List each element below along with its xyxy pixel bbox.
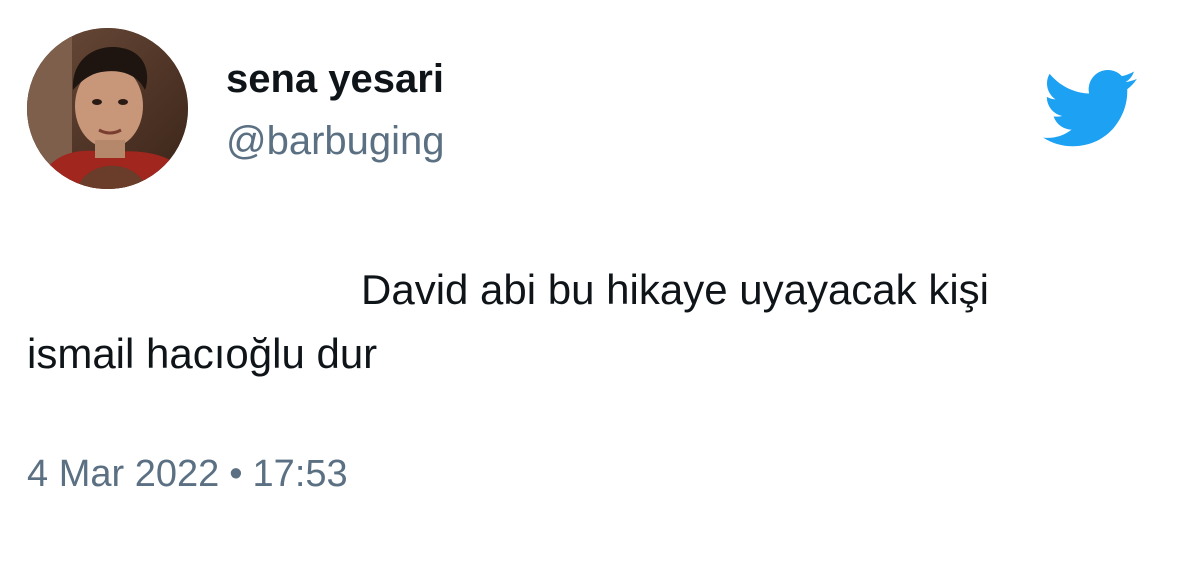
avatar[interactable]	[27, 28, 188, 189]
user-handle[interactable]: @barbuging	[226, 117, 445, 165]
tweet-timestamp[interactable]: 4 Mar 2022 • 17:53	[27, 450, 348, 498]
twitter-bird-svg	[1043, 69, 1137, 147]
tweet-card: sena yesari @barbuging David abi bu hika…	[0, 0, 1200, 563]
twitter-bird-icon[interactable]	[1043, 69, 1137, 148]
tweet-text-line-1: David abi bu hikaye uyayacak kişi	[361, 266, 989, 313]
tweet-date: 4 Mar 2022	[27, 453, 220, 495]
display-name[interactable]: sena yesari	[226, 55, 444, 103]
tweet-text: David abi bu hikaye uyayacak kişi ismail…	[27, 258, 1147, 386]
avatar-image	[27, 28, 188, 189]
tweet-text-line-2: ismail hacıoğlu dur	[27, 330, 378, 377]
separator-dot: •	[229, 453, 243, 495]
tweet-time: 17:53	[252, 453, 348, 495]
